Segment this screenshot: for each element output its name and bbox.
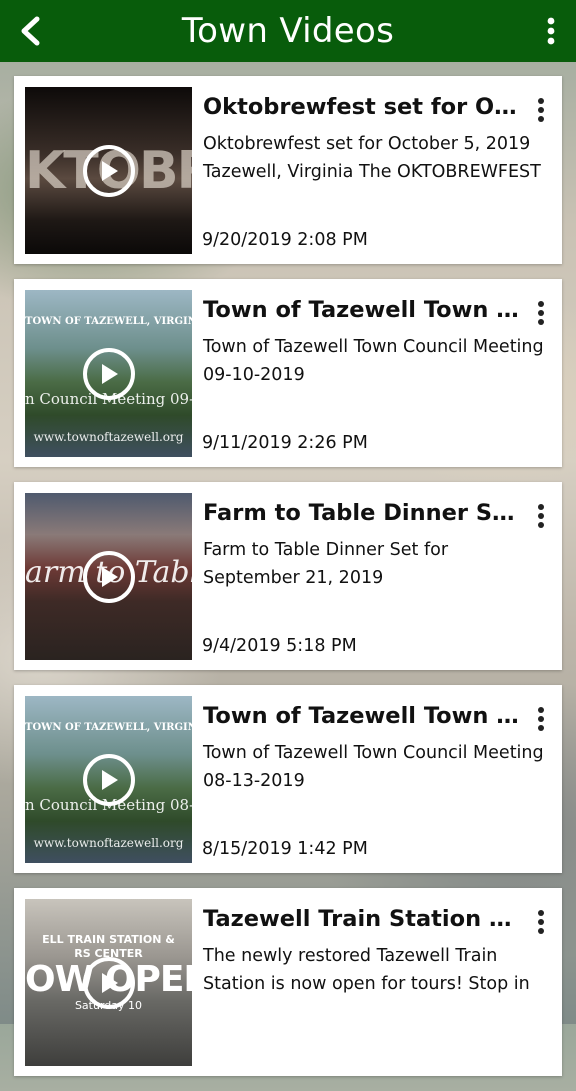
more-vertical-icon [547,17,555,45]
thumbnail-text: TOWN OF TAZEWELL, VIRGINIA [25,722,192,733]
video-description: Oktobrewfest set for October 5, 2019 Taz… [203,134,541,182]
play-icon [102,567,118,587]
play-icon [102,161,118,181]
video-description: Town of Tazewell Town Council Meeting 09… [203,337,544,385]
video-description: Town of Tazewell Town Council Meeting 08… [203,743,544,791]
more-vertical-icon [538,301,544,325]
overflow-menu-button[interactable] [538,12,564,50]
video-card[interactable]: arm to Table Farm to Table Dinner Set fo… [14,482,562,670]
item-menu-button[interactable] [534,705,548,733]
more-vertical-icon [538,98,544,122]
video-card[interactable]: TOWN OF TAZEWELL, VIRGINIA n Council Mee… [14,685,562,873]
video-thumbnail[interactable]: ELL TRAIN STATION & RS CENTER OW OPEN Sa… [25,899,192,1066]
video-thumbnail[interactable]: KTOBRE [25,87,192,254]
video-date: 8/15/2019 1:42 PM [202,839,368,859]
play-button[interactable] [83,957,135,1009]
video-date: 9/20/2019 2:08 PM [202,230,368,250]
item-menu-button[interactable] [534,502,548,530]
video-title: Oktobrewfest set for Octob... [203,94,523,120]
video-card[interactable]: ELL TRAIN STATION & RS CENTER OW OPEN Sa… [14,888,562,1076]
thumbnail-text: www.townoftazewell.org [33,836,184,850]
play-button[interactable] [83,551,135,603]
play-button[interactable] [83,754,135,806]
page-title: Town Videos [181,11,395,51]
more-vertical-icon [538,910,544,934]
video-description: The newly restored Tazewell Train Statio… [203,946,530,994]
video-date: 9/11/2019 2:26 PM [202,433,368,453]
video-title: Farm to Table Dinner Set fo... [203,500,523,526]
video-card[interactable]: KTOBRE Oktobrewfest set for Octob... Okt… [14,76,562,264]
video-thumbnail[interactable]: arm to Table [25,493,192,660]
video-title: Tazewell Train Station Now ... [203,906,523,932]
video-list: KTOBRE Oktobrewfest set for Octob... Okt… [14,76,562,1091]
video-title: Town of Tazewell Town Cou... [203,297,523,323]
thumbnail-text: ELL TRAIN STATION & [42,933,175,946]
video-date: 9/4/2019 5:18 PM [202,636,357,656]
play-icon [102,364,118,384]
video-thumbnail[interactable]: TOWN OF TAZEWELL, VIRGINIA n Council Mee… [25,290,192,457]
video-card[interactable]: TOWN OF TAZEWELL, VIRGINIA n Council Mee… [14,279,562,467]
more-vertical-icon [538,707,544,731]
more-vertical-icon [538,504,544,528]
play-button[interactable] [83,145,135,197]
item-menu-button[interactable] [534,96,548,124]
play-icon [102,770,118,790]
thumbnail-text: TOWN OF TAZEWELL, VIRGINIA [25,316,192,327]
video-title: Town of Tazewell Town Cou... [203,703,523,729]
app-bar: Town Videos [0,0,576,62]
video-thumbnail[interactable]: TOWN OF TAZEWELL, VIRGINIA n Council Mee… [25,696,192,863]
video-description: Farm to Table Dinner Set for September 2… [203,540,449,588]
item-menu-button[interactable] [534,908,548,936]
play-button[interactable] [83,348,135,400]
thumbnail-text: www.townoftazewell.org [33,430,184,444]
item-menu-button[interactable] [534,299,548,327]
back-arrow-icon [21,16,40,46]
play-icon [102,973,118,993]
back-button[interactable] [12,12,50,50]
